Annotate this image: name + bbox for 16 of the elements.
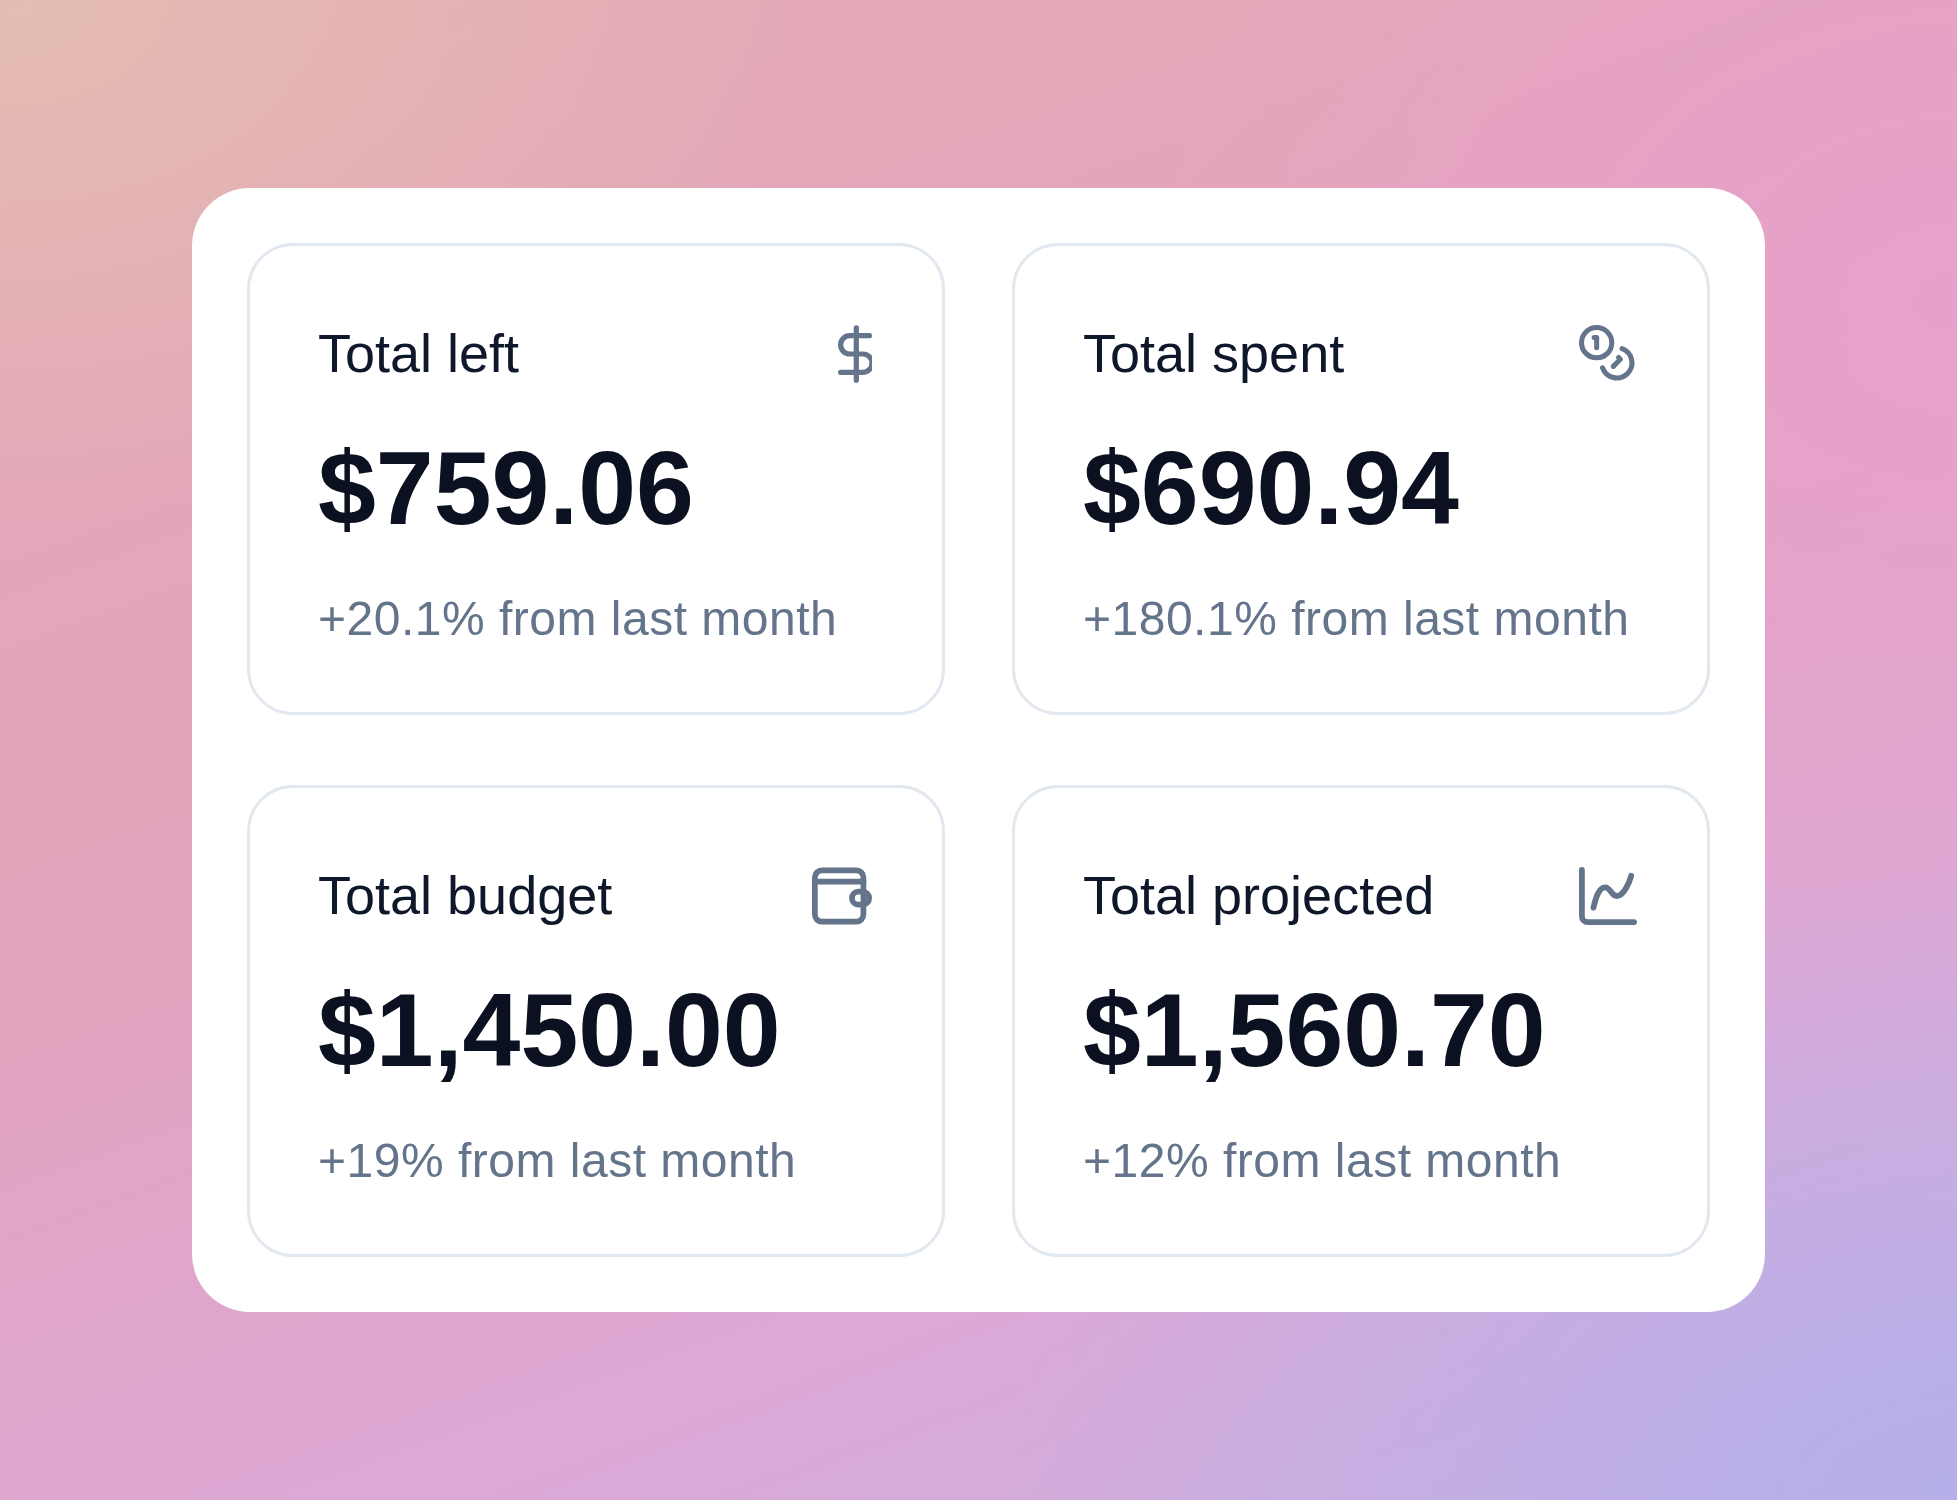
card-title: Total left [318,322,520,385]
change-text: +180.1% from last month [1083,591,1630,647]
line-chart-icon [1579,866,1637,925]
card-title: Total projected [1083,864,1435,927]
stat-value: $1,560.70 [1083,971,1546,1090]
card-title: Total spent [1083,322,1345,385]
change-text: +12% from last month [1083,1133,1562,1189]
stat-value: $1,450.00 [318,971,781,1090]
card-title: Total budget [318,864,613,927]
coins-icon [1579,324,1637,383]
change-text: +20.1% from last month [318,591,838,647]
wallet-icon [812,866,872,925]
stat-value: $690.94 [1083,429,1459,548]
stat-value: $759.06 [318,429,694,548]
dollar-sign-icon [838,324,872,383]
change-text: +19% from last month [318,1133,797,1189]
